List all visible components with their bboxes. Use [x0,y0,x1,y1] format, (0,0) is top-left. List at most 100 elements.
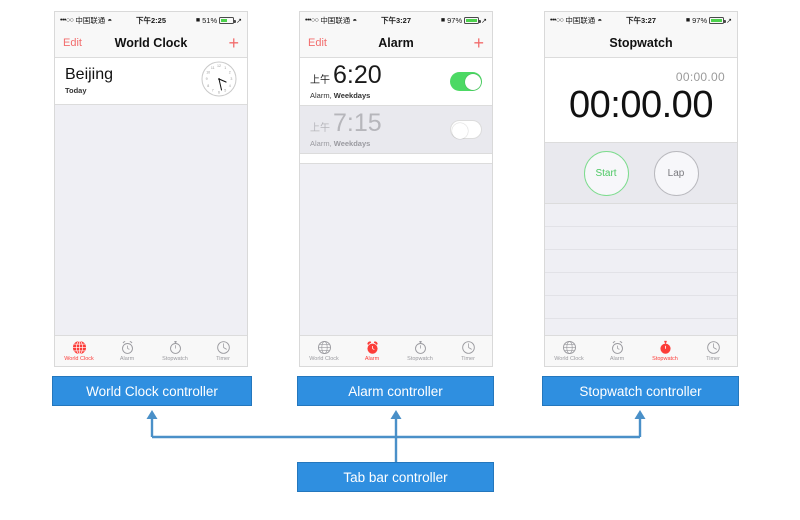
alarm-list: 上午 6:20 Alarm, Weekdays 上午 7:15 Alarm, W… [300,58,492,335]
alarm-toggle[interactable] [450,72,482,91]
nav-bar: Edit Alarm + [300,29,492,58]
svg-text:10: 10 [206,70,210,74]
status-bar: •••○○ 中国联通 ◓ 下午3:27 ■ 97% ↗ [545,12,737,29]
wifi-icon: ◓ [352,15,358,25]
globe-icon [72,339,87,356]
phone-screen-alarm: •••○○ 中国联通 ◓ 下午3:27 ■ 97% ↗ Edit Alarm +… [299,11,493,367]
tab-label: Stopwatch [652,356,678,363]
lap-row [545,250,737,273]
carrier-label: 中国联通 [565,16,596,25]
lap-row [545,227,737,250]
tab-alarm[interactable]: Alarm [103,336,151,366]
plus-icon[interactable]: + [228,34,239,52]
stopwatch-icon [168,339,183,356]
battery-percent: 97% [692,16,708,25]
lap-row [545,296,737,319]
world-clock-list: Beijing Today 12 1 23 45 67 89 10 11 [55,58,247,335]
alarm-time: 7:15 [333,109,382,137]
day-label: Today [65,85,87,95]
nav-bar: Edit World Clock + [55,29,247,58]
tab-world-clock[interactable]: World Clock [55,336,103,366]
svg-text:11: 11 [211,65,215,69]
stopwatch-icon [658,339,673,356]
lap-button[interactable]: Lap [653,150,699,196]
svg-text:8: 8 [207,83,209,87]
status-bar: •••○○ 中国联通 ◓ 下午3:27 ■ 97% ↗ [300,12,492,29]
tab-stopwatch[interactable]: Stopwatch [396,336,444,366]
charging-bolt-icon: ↗ [236,17,242,25]
bluetooth-icon: ■ [685,17,691,24]
tab-label: Timer [216,356,230,363]
globe-icon [317,339,332,356]
timer-icon [216,339,231,356]
tab-stopwatch[interactable]: Stopwatch [641,336,689,366]
edit-button[interactable]: Edit [63,37,82,49]
page-title: Stopwatch [609,36,673,50]
status-bar: •••○○ 中国联通 ◓ 下午2:25 ■ 51% ↗ [55,12,247,29]
tab-label: World Clock [309,356,339,363]
phone-screen-world-clock: •••○○ 中国联通 ◓ 下午2:25 ■ 51% ↗ Edit World C… [54,11,248,367]
alarm-toggle[interactable] [450,120,482,139]
tab-label: Timer [461,356,475,363]
charging-bolt-icon: ↗ [481,17,487,25]
battery-percent: 51% [202,16,218,25]
tab-bar: World Clock Alarm Stopwatch Timer [300,335,492,366]
diagram-stage: •••○○ 中国联通 ◓ 下午2:25 ■ 51% ↗ Edit World C… [0,0,800,520]
battery-icon [709,17,726,24]
alarm-row[interactable]: 上午 6:20 Alarm, Weekdays [300,58,492,106]
timer-icon [706,339,721,356]
tab-stopwatch[interactable]: Stopwatch [151,336,199,366]
alarm-clock-icon [120,339,135,356]
plus-icon[interactable]: + [473,34,484,52]
lap-list [545,204,737,319]
alarm-row[interactable]: 上午 7:15 Alarm, Weekdays [300,106,492,154]
tab-label: Alarm [119,356,135,363]
tab-timer[interactable]: Timer [689,336,737,366]
start-button[interactable]: Start [583,150,629,196]
alarm-label: Alarm, Weekdays [310,139,371,148]
battery-icon [464,17,481,24]
stopwatch-icon [413,339,428,356]
svg-text:1: 1 [224,65,226,69]
stopwatch-panel: 00:00.00 00:00.00 Start Lap [545,58,737,335]
tab-label: Stopwatch [162,356,188,363]
bluetooth-icon: ■ [440,17,446,24]
callout-tab-bar-controller: Tab bar controller [297,462,494,492]
alarm-clock-icon [365,339,380,356]
tab-label: Alarm [609,356,625,363]
svg-text:7: 7 [212,88,214,92]
stopwatch-controls: Start Lap [545,142,737,204]
tab-timer[interactable]: Timer [199,336,247,366]
signal-dots-icon: •••○○ [305,17,319,24]
tab-label: Alarm [364,356,380,363]
tab-world-clock[interactable]: World Clock [300,336,348,366]
lap-row [545,204,737,227]
tab-timer[interactable]: Timer [444,336,492,366]
svg-text:3: 3 [230,77,232,81]
tab-alarm[interactable]: Alarm [348,336,396,366]
carrier-label: 中国联通 [320,16,351,25]
page-title: Alarm [378,36,414,50]
alarm-time: 6:20 [333,61,382,89]
list-item[interactable]: Beijing Today 12 1 23 45 67 89 10 11 [55,58,247,105]
list-filler [300,154,492,164]
tab-label: World Clock [554,356,584,363]
bluetooth-icon: ■ [195,17,201,24]
tab-bar: World Clock Alarm Stopwatch Timer [55,335,247,366]
tab-world-clock[interactable]: World Clock [545,336,593,366]
phone-screen-stopwatch: •••○○ 中国联通 ◓ 下午3:27 ■ 97% ↗ Stopwatch 00… [544,11,738,367]
wifi-icon: ◓ [597,15,603,25]
tab-label: Timer [706,356,720,363]
stopwatch-readout: 00:00.00 00:00.00 [545,58,737,142]
battery-icon [219,17,236,24]
carrier-label: 中国联通 [75,16,106,25]
edit-button[interactable]: Edit [308,37,327,49]
tab-label: Stopwatch [407,356,433,363]
lap-row [545,273,737,296]
tab-bar: World Clock Alarm Stopwatch Timer [545,335,737,366]
stopwatch-main-time: 00:00.00 [569,84,713,126]
globe-icon [562,339,577,356]
signal-dots-icon: •••○○ [60,17,74,24]
svg-text:2: 2 [229,70,231,74]
tab-alarm[interactable]: Alarm [593,336,641,366]
